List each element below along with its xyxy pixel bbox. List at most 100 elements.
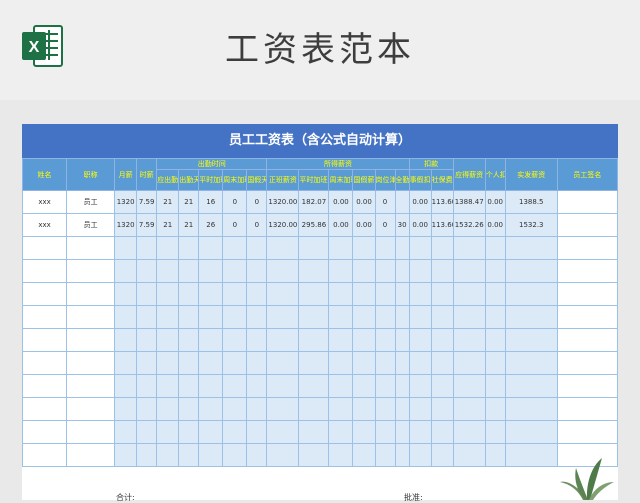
cell-hourly-wage[interactable]: 7.59: [136, 213, 158, 237]
empty-cell[interactable]: [114, 236, 138, 260]
empty-cell[interactable]: [178, 305, 200, 329]
empty-cell[interactable]: [136, 420, 158, 444]
empty-cell[interactable]: [408, 328, 432, 352]
empty-cell[interactable]: [246, 397, 268, 421]
empty-cell[interactable]: [430, 328, 454, 352]
empty-cell[interactable]: [246, 328, 268, 352]
empty-cell[interactable]: [556, 351, 618, 375]
cell-weekday-overtime[interactable]: 26: [198, 213, 224, 237]
empty-cell[interactable]: [328, 443, 354, 467]
empty-cell[interactable]: [222, 374, 248, 398]
empty-cell[interactable]: [246, 420, 268, 444]
empty-cell[interactable]: [136, 443, 158, 467]
empty-cell[interactable]: [66, 259, 116, 283]
cell-position-allowance[interactable]: 0: [374, 213, 396, 237]
empty-cell[interactable]: [246, 236, 268, 260]
cell-holiday-pay[interactable]: 0.00: [352, 190, 376, 214]
empty-cell[interactable]: [352, 236, 376, 260]
empty-cell[interactable]: [156, 305, 180, 329]
empty-cell[interactable]: [66, 282, 116, 306]
empty-cell[interactable]: [156, 282, 180, 306]
empty-cell[interactable]: [266, 397, 300, 421]
cell-signature[interactable]: [556, 190, 618, 214]
empty-cell[interactable]: [66, 351, 116, 375]
empty-cell[interactable]: [484, 351, 506, 375]
cell-position-allowance[interactable]: 0: [374, 190, 396, 214]
empty-cell[interactable]: [408, 420, 432, 444]
empty-cell[interactable]: [222, 282, 248, 306]
empty-cell[interactable]: [298, 259, 330, 283]
empty-cell[interactable]: [298, 328, 330, 352]
empty-cell[interactable]: [352, 305, 376, 329]
cell-leave-deduction[interactable]: 0.00: [408, 190, 432, 214]
empty-cell[interactable]: [22, 328, 68, 352]
empty-cell[interactable]: [198, 374, 224, 398]
empty-cell[interactable]: [136, 328, 158, 352]
cell-gross-pay[interactable]: 1532.26: [452, 213, 486, 237]
cell-leave-deduction[interactable]: 0.00: [408, 213, 432, 237]
cell-weekend-overtime-pay[interactable]: 0.00: [328, 213, 354, 237]
cell-net-pay[interactable]: 1532.3: [504, 213, 558, 237]
empty-cell[interactable]: [198, 282, 224, 306]
empty-cell[interactable]: [394, 328, 410, 352]
empty-cell[interactable]: [136, 236, 158, 260]
empty-cell[interactable]: [484, 420, 506, 444]
empty-cell[interactable]: [556, 328, 618, 352]
empty-cell[interactable]: [114, 374, 138, 398]
cell-net-pay[interactable]: 1388.5: [504, 190, 558, 214]
empty-cell[interactable]: [504, 420, 558, 444]
empty-cell[interactable]: [352, 259, 376, 283]
empty-cell[interactable]: [114, 420, 138, 444]
empty-cell[interactable]: [430, 259, 454, 283]
empty-cell[interactable]: [484, 374, 506, 398]
empty-cell[interactable]: [484, 443, 506, 467]
empty-cell[interactable]: [114, 443, 138, 467]
empty-cell[interactable]: [328, 374, 354, 398]
empty-cell[interactable]: [504, 259, 558, 283]
empty-cell[interactable]: [352, 397, 376, 421]
empty-cell[interactable]: [484, 397, 506, 421]
empty-cell[interactable]: [484, 282, 506, 306]
cell-actual-days[interactable]: 21: [178, 213, 200, 237]
empty-cell[interactable]: [136, 282, 158, 306]
empty-cell[interactable]: [556, 282, 618, 306]
empty-cell[interactable]: [374, 236, 396, 260]
empty-cell[interactable]: [328, 282, 354, 306]
empty-cell[interactable]: [266, 374, 300, 398]
empty-cell[interactable]: [66, 236, 116, 260]
cell-name[interactable]: xxx: [22, 213, 68, 237]
empty-cell[interactable]: [114, 328, 138, 352]
empty-cell[interactable]: [374, 351, 396, 375]
cell-holiday-days[interactable]: 0: [246, 213, 268, 237]
empty-cell[interactable]: [556, 259, 618, 283]
empty-cell[interactable]: [374, 305, 396, 329]
empty-cell[interactable]: [556, 236, 618, 260]
empty-cell[interactable]: [66, 374, 116, 398]
empty-cell[interactable]: [352, 374, 376, 398]
empty-cell[interactable]: [408, 397, 432, 421]
empty-cell[interactable]: [114, 282, 138, 306]
empty-cell[interactable]: [328, 397, 354, 421]
empty-cell[interactable]: [556, 374, 618, 398]
cell-weekend-overtime-pay[interactable]: 0.00: [328, 190, 354, 214]
empty-cell[interactable]: [408, 305, 432, 329]
empty-cell[interactable]: [430, 351, 454, 375]
empty-cell[interactable]: [198, 397, 224, 421]
empty-cell[interactable]: [266, 305, 300, 329]
empty-cell[interactable]: [430, 282, 454, 306]
empty-cell[interactable]: [178, 282, 200, 306]
empty-cell[interactable]: [408, 443, 432, 467]
empty-cell[interactable]: [198, 328, 224, 352]
empty-cell[interactable]: [298, 420, 330, 444]
cell-signature[interactable]: [556, 213, 618, 237]
empty-cell[interactable]: [266, 259, 300, 283]
empty-cell[interactable]: [22, 236, 68, 260]
empty-cell[interactable]: [298, 305, 330, 329]
empty-cell[interactable]: [22, 351, 68, 375]
empty-cell[interactable]: [198, 259, 224, 283]
cell-income-tax[interactable]: 0.00: [484, 190, 506, 214]
empty-cell[interactable]: [156, 259, 180, 283]
empty-cell[interactable]: [484, 305, 506, 329]
empty-cell[interactable]: [504, 443, 558, 467]
cell-full-attendance[interactable]: [394, 190, 410, 214]
